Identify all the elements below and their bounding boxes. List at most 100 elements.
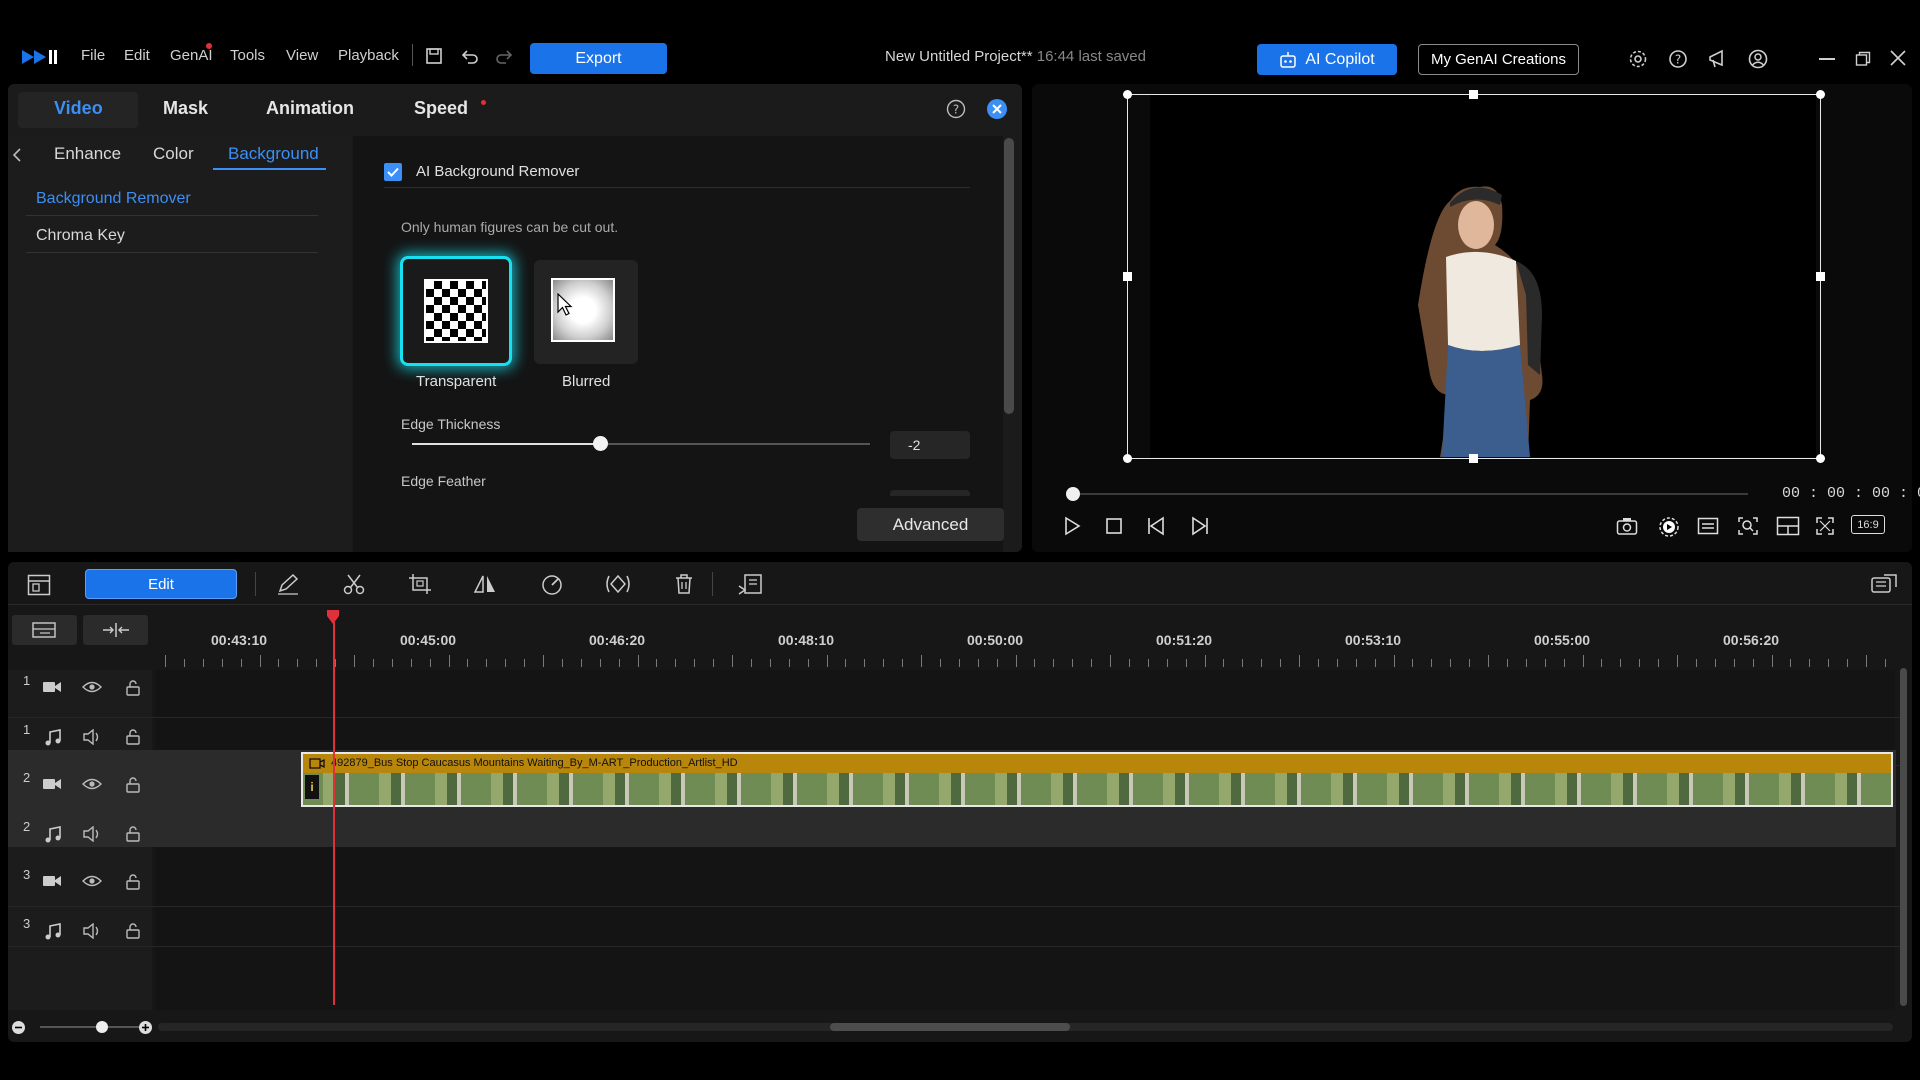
edge-thickness-value-field[interactable]: -2 <box>890 431 970 459</box>
handle-tr[interactable] <box>1816 90 1825 99</box>
handle-mr[interactable] <box>1816 272 1825 281</box>
tab-video[interactable]: Video <box>54 98 103 119</box>
more-tools-icon[interactable] <box>737 573 763 595</box>
flip-icon[interactable] <box>473 573 497 595</box>
subtab-color[interactable]: Color <box>153 144 194 164</box>
stop-icon[interactable] <box>1105 517 1123 535</box>
minimize-icon[interactable] <box>1819 58 1835 60</box>
subtab-background[interactable]: Background <box>228 144 319 164</box>
help-icon[interactable]: ? <box>1668 49 1688 69</box>
zoom-slider-knob[interactable] <box>96 1021 108 1033</box>
preview-scrubber[interactable] <box>1065 487 1748 501</box>
option-blurred[interactable] <box>534 260 638 364</box>
account-icon[interactable] <box>1748 49 1768 69</box>
track-manager-button[interactable] <box>12 615 77 645</box>
menu-tools[interactable]: Tools <box>230 47 265 64</box>
handle-br[interactable] <box>1816 454 1825 463</box>
next-frame-icon[interactable] <box>1188 516 1210 536</box>
menu-view[interactable]: View <box>286 47 318 64</box>
save-icon[interactable] <box>425 47 443 65</box>
edge-thickness-slider[interactable] <box>412 436 870 451</box>
track-mute-speaker-icon[interactable] <box>82 729 102 745</box>
edge-feather-value-field[interactable] <box>890 490 970 496</box>
track-lock-icon[interactable] <box>126 680 140 696</box>
mixer-icon[interactable] <box>1870 573 1898 595</box>
export-button[interactable]: Export <box>530 43 667 74</box>
crop-icon[interactable] <box>408 573 432 595</box>
handle-bc[interactable] <box>1469 454 1478 463</box>
track-lock-icon[interactable] <box>126 729 140 745</box>
option-transparent[interactable] <box>400 256 512 366</box>
panel-help-icon[interactable]: ? <box>946 99 966 119</box>
tab-mask[interactable]: Mask <box>163 98 208 119</box>
track-row-audio-3[interactable] <box>8 907 1904 947</box>
handle-tl[interactable] <box>1123 90 1132 99</box>
subtab-underline <box>213 168 326 170</box>
handle-ml[interactable] <box>1123 272 1132 281</box>
handle-tc[interactable] <box>1469 90 1478 99</box>
undo-icon[interactable] <box>461 47 479 65</box>
menu-genai[interactable]: GenAI <box>170 47 213 64</box>
track-mute-speaker-icon[interactable] <box>82 826 102 842</box>
fit-timeline-button[interactable] <box>83 615 148 645</box>
track-lock-icon[interactable] <box>126 874 140 890</box>
video-clip[interactable]: 492879_Bus Stop Caucasus Mountains Waiti… <box>301 752 1893 807</box>
close-window-icon[interactable] <box>1890 50 1906 66</box>
zoom-out-icon[interactable] <box>11 1020 26 1035</box>
track-row-video-3[interactable] <box>8 847 1904 907</box>
keyframe-icon[interactable] <box>604 573 632 595</box>
track-visibility-eye-icon[interactable] <box>82 680 102 694</box>
back-chevron-icon[interactable] <box>12 148 22 162</box>
my-genai-creations-button[interactable]: My GenAI Creations <box>1418 44 1579 75</box>
zoom-in-icon[interactable] <box>138 1020 153 1035</box>
ai-copilot-button[interactable]: AI Copilot <box>1257 44 1397 75</box>
snapshot-icon[interactable] <box>1616 517 1638 535</box>
subtab-enhance[interactable]: Enhance <box>54 144 121 164</box>
timeline-settings-icon[interactable] <box>27 574 51 596</box>
play-icon[interactable] <box>1062 516 1082 536</box>
menu-edit[interactable]: Edit <box>124 47 150 64</box>
zoom-slider[interactable] <box>40 1021 140 1033</box>
track-visibility-eye-icon[interactable] <box>82 874 102 888</box>
restore-icon[interactable] <box>1855 51 1871 67</box>
menu-playback[interactable]: Playback <box>338 47 399 64</box>
ai-bg-remover-checkbox[interactable] <box>384 163 402 181</box>
track-mute-speaker-icon[interactable] <box>82 923 102 939</box>
slider-knob[interactable] <box>592 436 608 451</box>
track-lock-icon[interactable] <box>126 826 140 842</box>
delete-icon[interactable] <box>674 573 694 595</box>
render-preview-icon[interactable] <box>1658 516 1680 538</box>
settings-icon[interactable] <box>1628 49 1648 69</box>
track-visibility-eye-icon[interactable] <box>82 777 102 791</box>
split-scissors-icon[interactable] <box>343 573 365 595</box>
aspect-ratio-button[interactable]: 16:9 <box>1851 515 1885 534</box>
track-lock-icon[interactable] <box>126 923 140 939</box>
previous-frame-icon[interactable] <box>1146 516 1168 536</box>
handle-bl[interactable] <box>1123 454 1132 463</box>
scrubber-knob[interactable] <box>1065 487 1080 501</box>
pen-icon[interactable] <box>276 573 300 595</box>
track-lock-icon[interactable] <box>126 777 140 793</box>
edit-button[interactable]: Edit <box>85 569 237 599</box>
redo-icon[interactable] <box>495 47 513 65</box>
timeline-horizontal-scrollbar-thumb[interactable] <box>830 1023 1070 1031</box>
feedback-icon[interactable] <box>1707 49 1729 69</box>
tab-speed[interactable]: Speed <box>414 98 468 119</box>
list-item-background-remover[interactable]: Background Remover <box>36 190 191 208</box>
timeline-vertical-scrollbar[interactable] <box>1900 668 1907 1006</box>
track-row-video-1[interactable] <box>8 670 1904 718</box>
ruler-tick <box>883 659 885 667</box>
panel-close-icon[interactable] <box>987 99 1007 119</box>
tab-animation[interactable]: Animation <box>266 98 354 119</box>
advanced-button[interactable]: Advanced <box>857 508 1004 541</box>
layout-icon[interactable] <box>1776 516 1800 536</box>
subtitle-icon[interactable] <box>1697 517 1719 535</box>
zoom-icon[interactable] <box>1737 516 1759 536</box>
selection-box[interactable] <box>1127 94 1821 459</box>
panel-scrollbar[interactable] <box>1004 138 1014 414</box>
timeline-horizontal-scrollbar-track[interactable] <box>158 1023 1893 1031</box>
list-item-chroma-key[interactable]: Chroma Key <box>36 227 125 245</box>
menu-file[interactable]: File <box>81 47 105 64</box>
fullscreen-icon[interactable] <box>1815 516 1835 536</box>
speed-icon[interactable] <box>540 573 564 595</box>
